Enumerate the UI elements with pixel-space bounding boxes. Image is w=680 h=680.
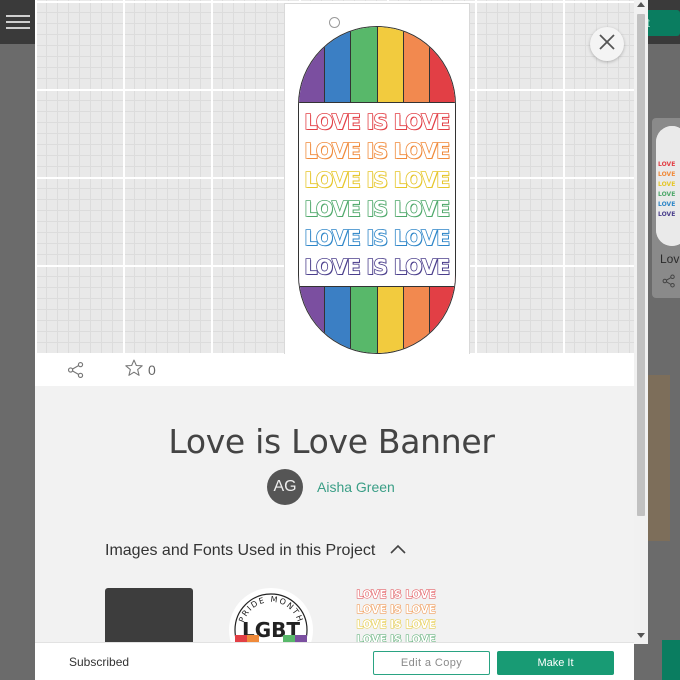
banner-line: LOVE IS LOVE: [304, 167, 451, 193]
banner-line: LOVE IS LOVE: [304, 109, 451, 135]
background-photo: [648, 375, 670, 541]
star-icon: [124, 358, 144, 383]
banner-line: LOVE IS LOVE: [304, 225, 451, 251]
used-assets-list: PRIDE MONTH LGBT LOVE IS LOVE LOVE IS LO…: [105, 588, 545, 672]
banner-text-band: LOVE IS LOVE LOVE IS LOVE LOVE IS LOVE L…: [299, 102, 455, 287]
chevron-up-icon: [389, 542, 407, 560]
background-green-tab[interactable]: [662, 640, 680, 680]
banner-shape: LOVE IS LOVE LOVE IS LOVE LOVE IS LOVE L…: [298, 26, 456, 354]
background-project-card[interactable]: LOVE LOVE LOVE LOVE LOVE LOVE Lov: [652, 118, 680, 298]
author-name-link[interactable]: Aisha Green: [317, 479, 395, 495]
hamburger-icon[interactable]: [6, 12, 30, 32]
mini-banner-line: LOVE IS LOVE: [356, 604, 436, 617]
mini-banner-line: LOVE IS LOVE: [356, 619, 436, 632]
close-button[interactable]: [590, 27, 624, 61]
svg-text:LOVE: LOVE: [658, 161, 675, 168]
make-it-button[interactable]: Make It: [497, 651, 614, 675]
modal-footer: Subscribed Edit a Copy Make It: [35, 642, 634, 680]
subscription-status: Subscribed: [69, 655, 130, 669]
background-card-thumbnail: LOVE LOVE LOVE LOVE LOVE LOVE: [656, 126, 680, 246]
edit-copy-button[interactable]: Edit a Copy: [373, 651, 490, 675]
banner-line: LOVE IS LOVE: [304, 138, 451, 164]
modal-scrollbar[interactable]: [634, 0, 648, 644]
scroll-up-arrow-icon[interactable]: [637, 2, 645, 7]
mini-banner-line: LOVE IS LOVE: [356, 589, 436, 602]
svg-text:LOVE: LOVE: [658, 201, 675, 208]
svg-text:LOVE: LOVE: [658, 191, 675, 198]
banner-preview: LOVE IS LOVE LOVE IS LOVE LOVE IS LOVE L…: [284, 3, 470, 355]
background-card-title: Lov: [660, 252, 680, 266]
project-preview-canvas: LOVE IS LOVE LOVE IS LOVE LOVE IS LOVE L…: [35, 0, 634, 355]
banner-line: LOVE IS LOVE: [304, 255, 451, 281]
svg-text:LOVE: LOVE: [658, 171, 675, 178]
project-details: Love is Love Banner AG Aisha Green Image…: [35, 386, 634, 672]
favorite-count: 0: [148, 362, 156, 378]
banner-line: LOVE IS LOVE: [304, 196, 451, 222]
images-fonts-section-toggle[interactable]: Images and Fonts Used in this Project: [105, 542, 407, 560]
close-icon: [598, 33, 616, 56]
author-row: AG Aisha Green: [267, 469, 395, 505]
project-title: Love is Love Banner: [168, 422, 495, 461]
section-title: Images and Fonts Used in this Project: [105, 542, 376, 559]
share-icon[interactable]: [662, 274, 676, 291]
svg-text:LOVE: LOVE: [658, 211, 675, 218]
project-modal: LOVE IS LOVE LOVE IS LOVE LOVE IS LOVE L…: [35, 0, 634, 680]
avatar[interactable]: AG: [267, 469, 303, 505]
scroll-down-arrow-icon[interactable]: [637, 633, 645, 638]
svg-text:LOVE: LOVE: [658, 181, 675, 188]
share-icon[interactable]: [67, 361, 87, 381]
favorite-button[interactable]: 0: [124, 358, 156, 382]
project-action-row: 0: [35, 354, 634, 386]
scrollbar-thumb[interactable]: [637, 14, 645, 516]
